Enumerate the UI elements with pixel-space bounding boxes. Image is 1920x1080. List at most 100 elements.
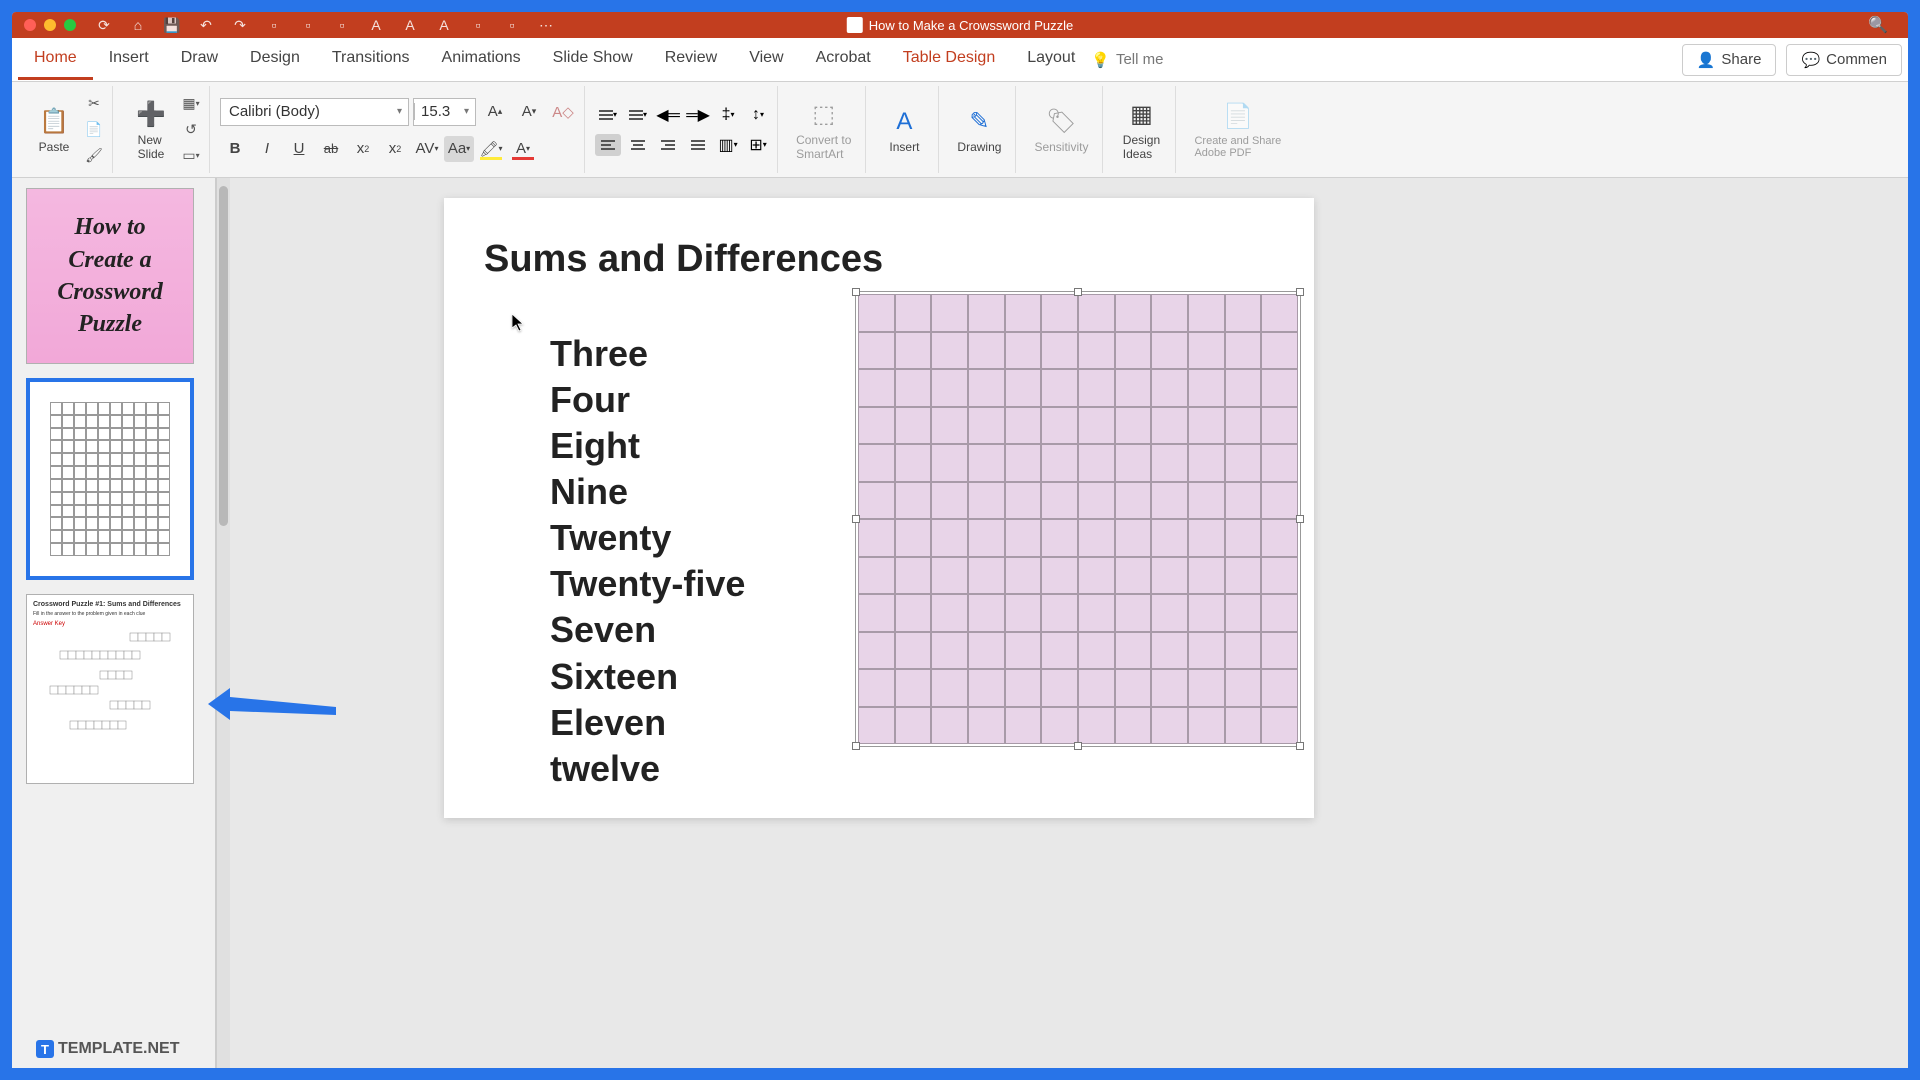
format-painter-button[interactable]: 🖌 bbox=[82, 144, 106, 168]
slide-thumbnail-1[interactable]: How to Create a Crossword Puzzle bbox=[26, 188, 194, 364]
thumbnail-scrollbar[interactable] bbox=[216, 178, 230, 1068]
resize-handle[interactable] bbox=[1296, 742, 1304, 750]
align-center-button[interactable] bbox=[625, 134, 651, 156]
minimize-window-button[interactable] bbox=[44, 19, 56, 31]
increase-font-button[interactable]: A▴ bbox=[480, 99, 510, 125]
qat-icon-3[interactable]: ▫ bbox=[334, 17, 350, 33]
share-button[interactable]: 👤 Share bbox=[1682, 44, 1777, 76]
share-icon: 👤 bbox=[1697, 51, 1716, 69]
design-ideas-icon: ▦ bbox=[1125, 99, 1157, 131]
qat-icon-7[interactable]: ▫ bbox=[470, 17, 486, 33]
font-size-select[interactable]: 15.3 ▾ bbox=[413, 98, 476, 126]
new-slide-button[interactable]: ➕ New Slide bbox=[123, 93, 179, 167]
tab-design[interactable]: Design bbox=[234, 39, 316, 80]
comments-button[interactable]: 💬 Commen bbox=[1786, 44, 1902, 76]
decrease-font-button[interactable]: A▾ bbox=[514, 99, 544, 125]
increase-indent-button[interactable]: ═▶ bbox=[685, 104, 711, 126]
font-name-select[interactable]: Calibri (Body) ▾ bbox=[220, 98, 409, 126]
decrease-indent-button[interactable]: ◀═ bbox=[655, 104, 681, 126]
character-spacing-button[interactable]: AV▾ bbox=[412, 136, 442, 162]
convert-smartart-button[interactable]: ⬚ Convert to SmartArt bbox=[788, 93, 859, 167]
slide-thumbnail-2[interactable] bbox=[26, 378, 194, 580]
slide-canvas[interactable]: Sums and Differences ThreeFourEightNineT… bbox=[444, 198, 1314, 818]
tab-draw[interactable]: Draw bbox=[165, 39, 234, 80]
tab-table-design[interactable]: Table Design bbox=[887, 39, 1012, 80]
slide-title-text[interactable]: Sums and Differences bbox=[484, 238, 1274, 281]
qat-icon-2[interactable]: ▫ bbox=[300, 17, 316, 33]
resize-handle[interactable] bbox=[852, 288, 860, 296]
slide-thumbnails-panel[interactable]: How to Create a Crossword Puzzle Crosswo… bbox=[12, 178, 216, 1068]
align-right-button[interactable] bbox=[655, 134, 681, 156]
layout-button[interactable]: ▦▾ bbox=[179, 92, 203, 116]
qat-icon-4[interactable]: A bbox=[368, 17, 384, 33]
resize-handle[interactable] bbox=[1074, 288, 1082, 296]
resize-handle[interactable] bbox=[852, 515, 860, 523]
save-icon[interactable]: 💾 bbox=[164, 17, 180, 33]
paste-icon: 📋 bbox=[38, 106, 70, 138]
clear-formatting-button[interactable]: A◇ bbox=[548, 99, 578, 125]
maximize-window-button[interactable] bbox=[64, 19, 76, 31]
tab-home[interactable]: Home bbox=[18, 39, 93, 80]
align-text-button[interactable]: ⊞▾ bbox=[745, 134, 771, 156]
bold-button[interactable]: B bbox=[220, 136, 250, 162]
tab-review[interactable]: Review bbox=[649, 39, 733, 80]
home-icon[interactable]: ⌂ bbox=[130, 17, 146, 33]
close-window-button[interactable] bbox=[24, 19, 36, 31]
qat-icon-1[interactable]: ▫ bbox=[266, 17, 282, 33]
word-list-item: twelve bbox=[550, 746, 1274, 792]
highlight-color-button[interactable]: 🖍▾ bbox=[476, 136, 506, 162]
qat-icon-5[interactable]: A bbox=[402, 17, 418, 33]
tab-transitions[interactable]: Transitions bbox=[316, 39, 426, 80]
text-direction-button[interactable]: ↕▾ bbox=[745, 104, 771, 126]
resize-handle[interactable] bbox=[1296, 288, 1304, 296]
justify-button[interactable] bbox=[685, 134, 711, 156]
subscript-button[interactable]: x2 bbox=[380, 136, 410, 162]
undo-icon[interactable]: ↶ bbox=[198, 17, 214, 33]
search-icon[interactable]: 🔍 bbox=[1868, 15, 1888, 35]
underline-button[interactable]: U bbox=[284, 136, 314, 162]
thumbnail-3-crossword bbox=[33, 631, 187, 741]
paste-button[interactable]: 📋 Paste bbox=[26, 100, 82, 160]
qat-icon-6[interactable]: A bbox=[436, 17, 452, 33]
strikethrough-button[interactable]: ab bbox=[316, 136, 346, 162]
scrollbar-thumb[interactable] bbox=[219, 186, 228, 526]
columns-button[interactable]: ▥▾ bbox=[715, 134, 741, 156]
ribbon-toolbar: 📋 Paste ✂ 📄 🖌 ➕ New Slide ▦▾ ↺ ▭▾ bbox=[12, 82, 1908, 178]
font-color-button[interactable]: A▾ bbox=[508, 136, 538, 162]
thumbnail-3-answer-key: Answer Key bbox=[33, 621, 187, 627]
resize-handle[interactable] bbox=[1074, 742, 1082, 750]
align-left-button[interactable] bbox=[595, 134, 621, 156]
tab-acrobat[interactable]: Acrobat bbox=[800, 39, 887, 80]
bullets-button[interactable]: ▾ bbox=[595, 104, 621, 126]
copy-button[interactable]: 📄 bbox=[82, 118, 106, 142]
numbering-button[interactable]: ▾ bbox=[625, 104, 651, 126]
change-case-button[interactable]: Aa▾ bbox=[444, 136, 474, 162]
sensitivity-button[interactable]: 🏷 Sensitivity bbox=[1026, 100, 1096, 160]
tab-insert[interactable]: Insert bbox=[93, 39, 165, 80]
redo-icon[interactable]: ↷ bbox=[232, 17, 248, 33]
cut-button[interactable]: ✂ bbox=[82, 92, 106, 116]
tell-me-search[interactable]: 💡 Tell me bbox=[1091, 51, 1163, 69]
qat-more-icon[interactable]: ⋯ bbox=[538, 17, 554, 33]
slide-thumbnail-3[interactable]: Crossword Puzzle #1: Sums and Difference… bbox=[26, 594, 194, 784]
traffic-lights bbox=[24, 19, 76, 31]
line-spacing-button[interactable]: ‡▾ bbox=[715, 104, 741, 126]
insert-shape-button[interactable]: A Insert bbox=[876, 100, 932, 160]
create-pdf-button[interactable]: 📄 Create and Share Adobe PDF bbox=[1186, 95, 1289, 165]
tab-layout[interactable]: Layout bbox=[1011, 39, 1091, 80]
autosave-icon[interactable]: ⟳ bbox=[96, 17, 112, 33]
superscript-button[interactable]: x2 bbox=[348, 136, 378, 162]
crossword-grid-table[interactable] bbox=[858, 294, 1298, 744]
italic-button[interactable]: I bbox=[252, 136, 282, 162]
drawing-button[interactable]: ✎ Drawing bbox=[949, 100, 1009, 160]
tab-animations[interactable]: Animations bbox=[426, 39, 537, 80]
reset-button[interactable]: ↺ bbox=[179, 118, 203, 142]
tab-slide-show[interactable]: Slide Show bbox=[537, 39, 649, 80]
tab-view[interactable]: View bbox=[733, 39, 799, 80]
slide-canvas-area[interactable]: Sums and Differences ThreeFourEightNineT… bbox=[230, 178, 1908, 1068]
resize-handle[interactable] bbox=[1296, 515, 1304, 523]
resize-handle[interactable] bbox=[852, 742, 860, 750]
design-ideas-button[interactable]: ▦ Design Ideas bbox=[1113, 93, 1169, 167]
section-button[interactable]: ▭▾ bbox=[179, 144, 203, 168]
qat-icon-8[interactable]: ▫ bbox=[504, 17, 520, 33]
